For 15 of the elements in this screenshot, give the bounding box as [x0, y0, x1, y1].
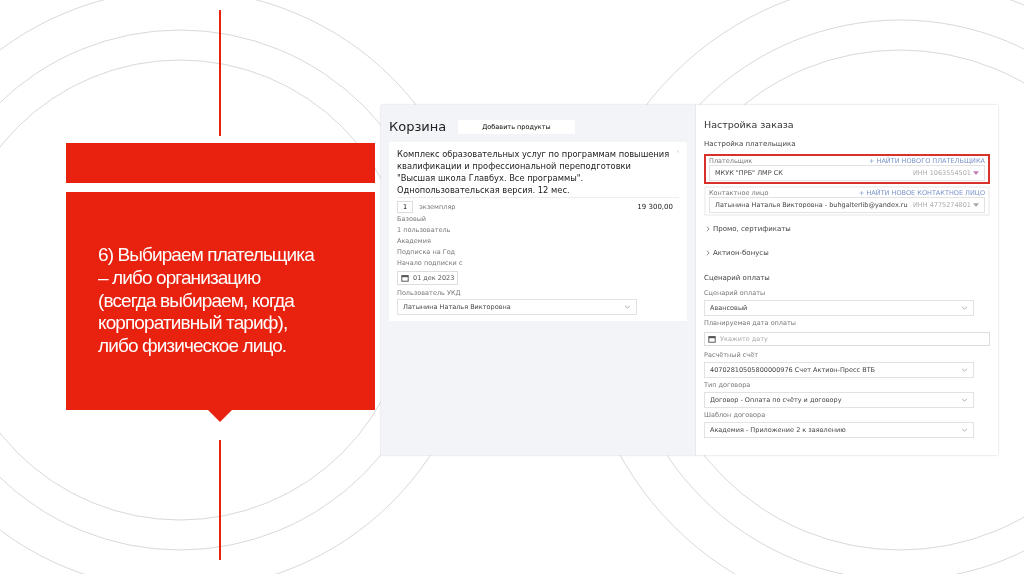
caret-down-icon [973, 171, 979, 175]
caret-down-icon [973, 203, 979, 207]
chevron-down-icon [624, 305, 631, 310]
chevron-down-icon [961, 428, 968, 432]
product-name: Комплекс образовательных услуг по программам повышения квалификации и профессиональной переподготовки "Высшая школа Главбух. Все программы". Однопользовательская версия. 12 мес. [397, 148, 671, 197]
cart-title: Корзина [389, 119, 447, 134]
order-title: Настройка заказа [704, 119, 795, 130]
chevron-down-icon [961, 398, 968, 402]
slide-text: 6) Выбираем плательщика – либо организацию (всегда выбираем, когда корпоративный тариф), либо физическое лицо. [97, 244, 316, 358]
chevron-down-icon [961, 306, 968, 310]
calendar-icon [401, 274, 409, 283]
chevron-right-icon [706, 226, 710, 232]
calendar-icon [708, 335, 716, 343]
chevron-right-icon [706, 250, 710, 256]
chevron-down-icon [961, 368, 968, 372]
